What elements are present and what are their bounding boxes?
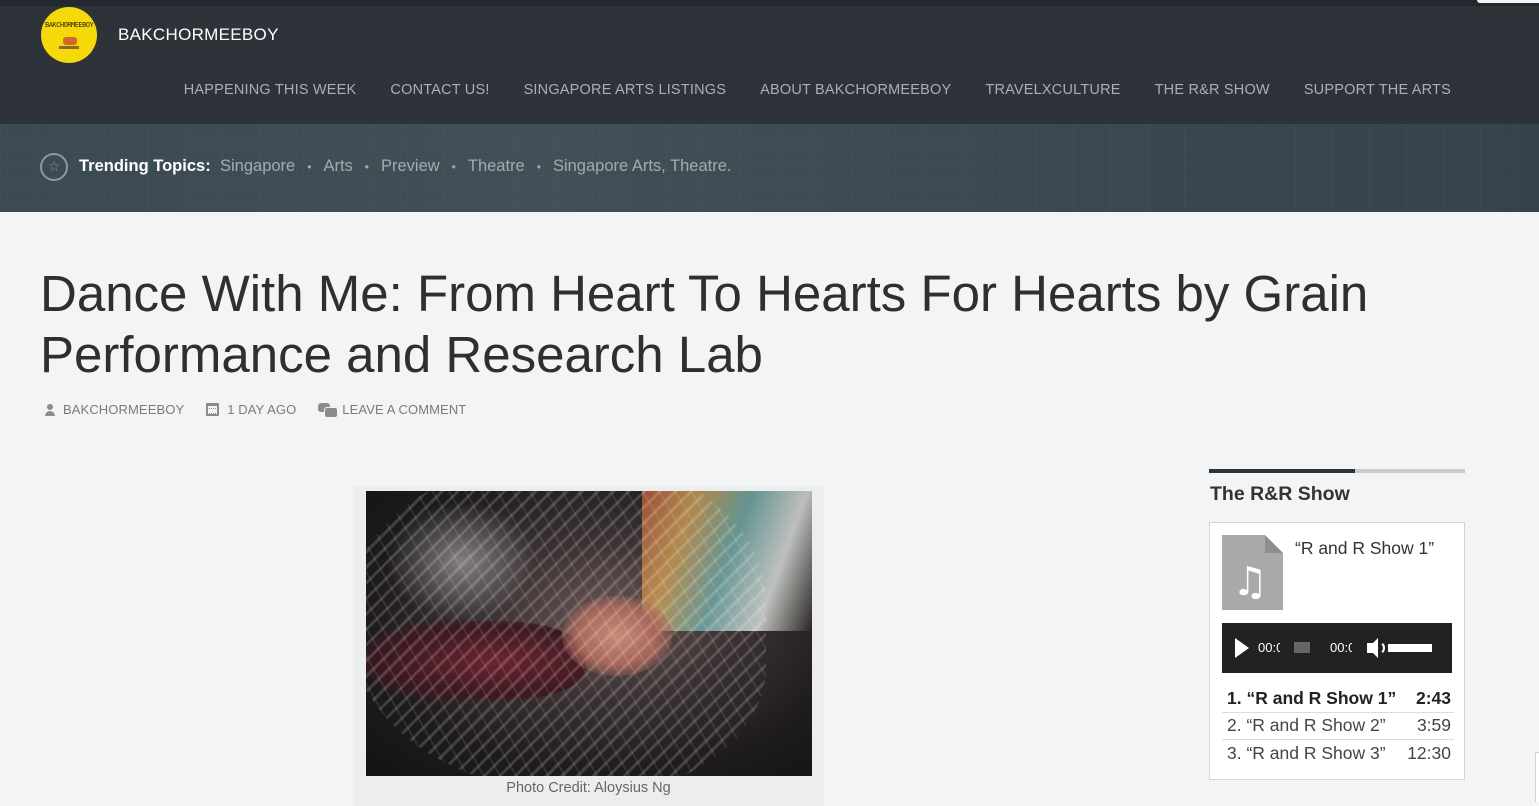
widget-title: The R&R Show bbox=[1210, 483, 1350, 505]
user-icon bbox=[44, 403, 56, 416]
track-title: 1. “R and R Show 1” bbox=[1227, 687, 1397, 708]
duration-time: 00:00 bbox=[1330, 640, 1352, 655]
topic-separator: • bbox=[364, 159, 369, 174]
date-link[interactable]: 1 DAY AGO bbox=[227, 402, 296, 417]
volume-slider[interactable] bbox=[1388, 644, 1432, 652]
post-comments: LEAVE A COMMENT bbox=[318, 402, 466, 418]
post-title: Dance With Me: From Heart To Hearts For … bbox=[40, 265, 1369, 383]
progress-slider[interactable] bbox=[1294, 642, 1310, 653]
music-file-icon: ♫ bbox=[1222, 535, 1283, 610]
topic-separator: • bbox=[451, 159, 456, 174]
widget-rule-accent bbox=[1209, 469, 1355, 473]
nav-item-about[interactable]: ABOUT BAKCHORMEEBOY bbox=[760, 82, 951, 98]
site-logo[interactable]: BAKCHORMEEBOY bbox=[41, 7, 97, 63]
featured-image-figure: Photo Credit: Aloysius Ng bbox=[353, 486, 824, 806]
leave-comment-link[interactable]: LEAVE A COMMENT bbox=[342, 402, 466, 417]
trending-topics-list: Singapore • Arts • Preview • Theatre • S… bbox=[220, 157, 732, 176]
site-header: BAKCHORMEEBOY BAKCHORMEEBOY HAPPENING TH… bbox=[0, 0, 1539, 124]
nav-item-contact-us[interactable]: CONTACT US! bbox=[390, 82, 489, 98]
nav-item-support-the-arts[interactable]: SUPPORT THE ARTS bbox=[1304, 82, 1451, 98]
mute-button[interactable] bbox=[1362, 636, 1388, 660]
calendar-icon bbox=[206, 403, 220, 416]
nav-item-travelxculture[interactable]: TRAVELXCULTURE bbox=[985, 82, 1120, 98]
photo-plastic-wrap bbox=[366, 491, 766, 776]
trending-topic-arts[interactable]: Arts bbox=[323, 157, 352, 176]
track-length: 12:30 bbox=[1407, 743, 1451, 764]
current-track-title: “R and R Show 1” bbox=[1295, 538, 1435, 558]
image-caption: Photo Credit: Aloysius Ng bbox=[506, 780, 671, 796]
track-length: 3:59 bbox=[1416, 715, 1451, 736]
track-list: 1. “R and R Show 1” 2:43 2. “R and R Sho… bbox=[1222, 685, 1454, 768]
nav-item-rr-show[interactable]: THE R&R SHOW bbox=[1155, 82, 1270, 98]
track-item[interactable]: 2. “R and R Show 2” 3:59 bbox=[1222, 713, 1454, 740]
audio-player: 00:00 00:00 bbox=[1222, 623, 1452, 673]
nav-item-happening-this-week[interactable]: HAPPENING THIS WEEK bbox=[184, 82, 357, 98]
track-title: 2. “R and R Show 2” bbox=[1227, 715, 1386, 736]
header-corner-tab bbox=[1477, 0, 1539, 3]
featured-photo[interactable] bbox=[366, 491, 812, 776]
comment-icon bbox=[318, 402, 339, 418]
trending-topic-preview[interactable]: Preview bbox=[381, 157, 440, 176]
logo-text: BAKCHORMEEBOY bbox=[45, 21, 94, 29]
logo-illustration-base bbox=[59, 46, 79, 49]
header-top-strip bbox=[0, 0, 1539, 6]
site-title-link[interactable]: BAKCHORMEEBOY bbox=[118, 25, 279, 45]
track-title: 3. “R and R Show 3” bbox=[1227, 743, 1386, 764]
trending-topic-theatre[interactable]: Theatre bbox=[468, 157, 525, 176]
play-button[interactable] bbox=[1235, 638, 1249, 658]
post-date: 1 DAY AGO bbox=[206, 402, 296, 417]
topic-separator: • bbox=[307, 159, 312, 174]
trending-label: Trending Topics: bbox=[79, 157, 211, 175]
main-nav: HAPPENING THIS WEEK CONTACT US! SINGAPOR… bbox=[184, 82, 1451, 98]
trending-topic-singapore-arts-theatre[interactable]: Singapore Arts, Theatre. bbox=[553, 157, 732, 176]
track-item[interactable]: 3. “R and R Show 3” 12:30 bbox=[1222, 740, 1454, 768]
sound-wave bbox=[1375, 641, 1385, 655]
trending-topic-singapore[interactable]: Singapore bbox=[220, 157, 295, 176]
logo-illustration bbox=[63, 37, 77, 45]
track-length: 2:43 bbox=[1415, 687, 1451, 708]
author-link[interactable]: BAKCHORMEEBOY bbox=[63, 402, 184, 417]
post-author: BAKCHORMEEBOY bbox=[44, 402, 184, 417]
post-meta: BAKCHORMEEBOY 1 DAY AGO LEAVE A COMMENT bbox=[44, 402, 488, 418]
edge-floating-widget[interactable] bbox=[1535, 752, 1539, 802]
nav-item-singapore-arts-listings[interactable]: SINGAPORE ARTS LISTINGS bbox=[524, 82, 727, 98]
topic-separator: • bbox=[536, 159, 541, 174]
current-time: 00:00 bbox=[1258, 640, 1280, 655]
music-note-icon: ♫ bbox=[1232, 559, 1268, 605]
audio-playlist: ♫ “R and R Show 1” 00:00 00:00 1. “R and… bbox=[1209, 522, 1465, 780]
star-icon: ☆ bbox=[40, 153, 68, 181]
track-item[interactable]: 1. “R and R Show 1” 2:43 bbox=[1222, 685, 1454, 713]
